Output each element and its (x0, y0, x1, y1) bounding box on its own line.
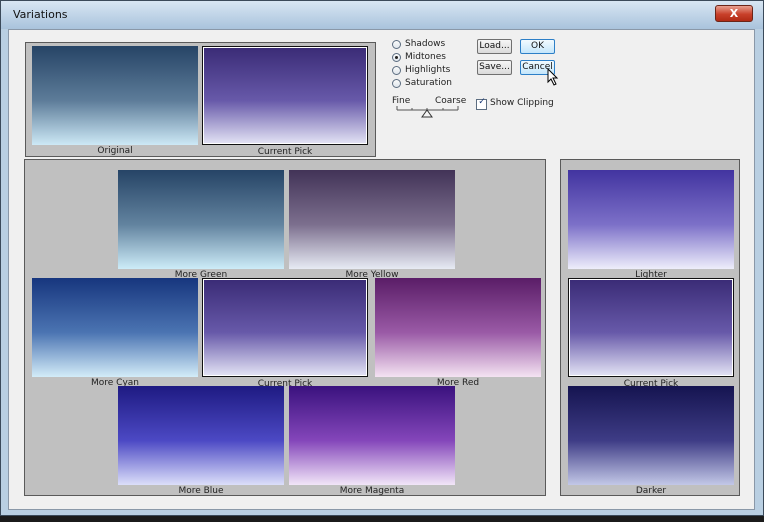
more-yellow-thumbnail[interactable]: More Yellow (289, 170, 455, 280)
title-bar[interactable]: Variations X (1, 1, 763, 29)
mouse-pointer-icon (547, 68, 559, 86)
radio-circle (392, 66, 401, 75)
slider-max-label: Coarse (435, 96, 467, 106)
radio-selected-dot (395, 56, 398, 59)
fine-coarse-slider[interactable]: Fine Coarse (392, 96, 467, 118)
darker-thumbnail[interactable]: Darker (568, 386, 734, 496)
more-magenta-thumbnail[interactable]: More Magenta (289, 386, 455, 496)
radio-circle (392, 53, 401, 62)
tone-radio-group: Shadows Midtones Highlights Saturation (392, 39, 482, 95)
current-pick-thumbnail: Current Pick (202, 46, 368, 157)
more-green-thumbnail[interactable]: More Green (118, 170, 284, 280)
slider-min-label: Fine (392, 96, 411, 106)
checkmark-icon: ✓ (478, 97, 486, 107)
current-pick-color-thumbnail[interactable]: Current Pick (202, 278, 368, 389)
save-button[interactable]: Save... (477, 60, 512, 75)
brightness-variations-panel: Lighter Current Pick Darker (560, 159, 740, 496)
lighter-thumbnail[interactable]: Lighter (568, 170, 734, 280)
radio-circle (392, 79, 401, 88)
thumbnail-label: Current Pick (257, 147, 313, 157)
variations-window: Variations X Original Current Pick Shado… (0, 0, 764, 516)
slider-thumb (421, 109, 433, 118)
checkbox-box: ✓ (476, 97, 487, 110)
thumbnail-label: Darker (635, 486, 667, 496)
thumbnail-label: Original (97, 146, 133, 156)
original-thumbnail: Original (32, 46, 198, 156)
thumbnail-label: More Blue (178, 486, 224, 496)
current-pick-brightness-thumbnail[interactable]: Current Pick (568, 278, 734, 389)
more-cyan-thumbnail[interactable]: More Cyan (32, 278, 198, 388)
midtones-radio[interactable]: Midtones (392, 52, 472, 65)
shadows-radio[interactable]: Shadows (392, 39, 472, 52)
slider-track[interactable] (392, 106, 464, 118)
saturation-radio[interactable]: Saturation (392, 78, 472, 91)
load-button[interactable]: Load... (477, 39, 512, 54)
close-button[interactable]: X (715, 5, 753, 22)
radio-circle (392, 40, 401, 49)
more-blue-thumbnail[interactable]: More Blue (118, 386, 284, 496)
preview-panel: Original Current Pick (25, 42, 376, 157)
show-clipping-checkbox[interactable]: ✓ Show Clipping (476, 97, 566, 111)
window-title: Variations (13, 8, 68, 21)
close-icon: X (729, 7, 739, 20)
color-variations-panel: More Green More Yellow More Cyan Current… (24, 159, 546, 496)
show-clipping-label: Show Clipping (490, 98, 554, 108)
more-red-thumbnail[interactable]: More Red (375, 278, 541, 388)
highlights-radio[interactable]: Highlights (392, 65, 472, 78)
dialog-client: Original Current Pick Shadows Midtones H… (8, 29, 755, 510)
thumbnail-label: More Magenta (339, 486, 405, 496)
ok-button[interactable]: OK (520, 39, 555, 54)
